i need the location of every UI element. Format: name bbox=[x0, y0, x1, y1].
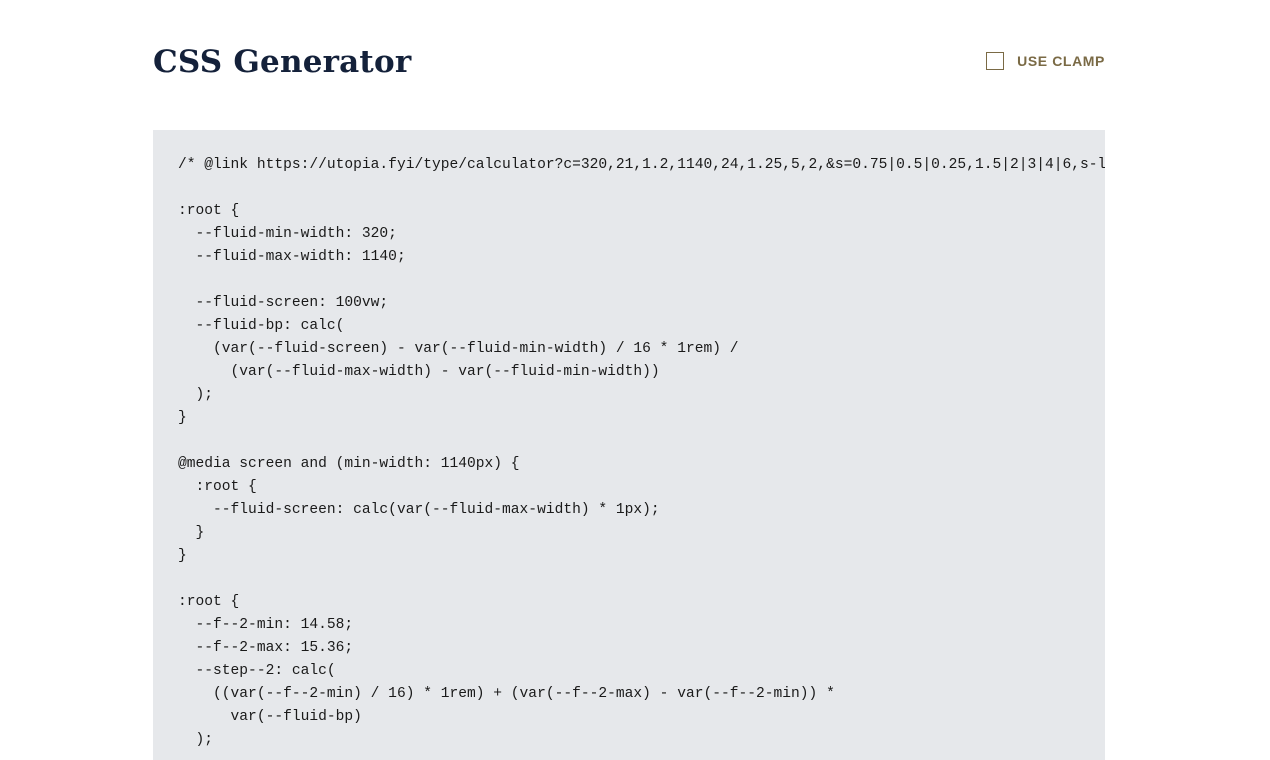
header: CSS Generator USE CLAMP bbox=[153, 40, 1105, 90]
page: CSS Generator USE CLAMP /* @link https:/… bbox=[0, 0, 1270, 760]
use-clamp-toggle[interactable]: USE CLAMP bbox=[986, 52, 1105, 70]
use-clamp-checkbox[interactable] bbox=[986, 52, 1005, 70]
page-title: CSS Generator bbox=[153, 44, 412, 80]
code-output-panel[interactable]: /* @link https://utopia.fyi/type/calcula… bbox=[153, 130, 1105, 760]
css-code-block[interactable]: /* @link https://utopia.fyi/type/calcula… bbox=[178, 154, 1105, 752]
use-clamp-label[interactable]: USE CLAMP bbox=[1017, 53, 1105, 69]
